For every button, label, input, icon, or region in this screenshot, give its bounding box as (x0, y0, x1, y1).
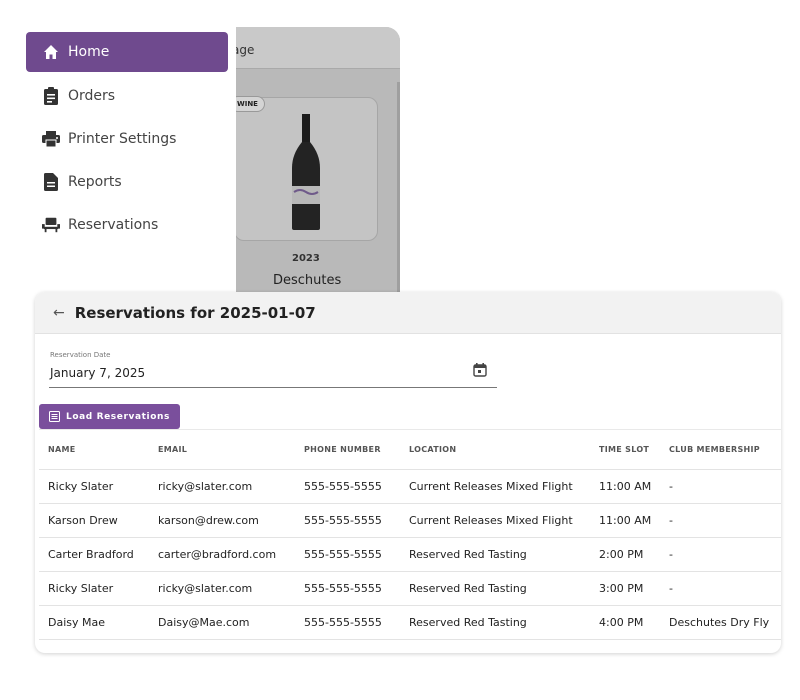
table-header-row: NAME EMAIL PHONE NUMBER LOCATION TIME SL… (39, 429, 781, 470)
cell-email: Daisy@Mae.com (149, 605, 295, 640)
nav-item-orders[interactable]: Orders (26, 76, 228, 116)
cell-time-slot: 11:00 AM (590, 469, 660, 504)
cell-location: Reserved Red Tasting (400, 537, 590, 572)
cell-phone: 555-555-5555 (295, 605, 400, 640)
nav-item-label: Reports (68, 174, 122, 190)
column-header-email[interactable]: EMAIL (149, 429, 295, 470)
nav-item-reservations[interactable]: Reservations (26, 205, 228, 245)
seat-icon (42, 216, 60, 234)
cell-phone: 555-555-5555 (295, 571, 400, 606)
load-button-label: Load Reservations (66, 411, 170, 422)
cell-email: karson@drew.com (149, 503, 295, 538)
column-header-time-slot[interactable]: TIME SLOT (590, 429, 660, 470)
calendar-icon[interactable] (473, 362, 487, 381)
wine-bottle-image (292, 114, 320, 230)
column-header-location[interactable]: LOCATION (400, 429, 590, 470)
cell-time-slot: 4:00 PM (590, 605, 660, 640)
document-icon (42, 173, 60, 191)
cell-name: Ricky Slater (39, 571, 149, 606)
cell-name: Daisy Mae (39, 605, 149, 640)
cell-phone: 555-555-5555 (295, 469, 400, 504)
column-header-club-membership[interactable]: CLUB MEMBERSHIP (660, 429, 781, 470)
table-row[interactable]: Daisy Mae Daisy@Mae.com 555-555-5555 Res… (39, 605, 781, 640)
cell-location: Reserved Red Tasting (400, 571, 590, 606)
nav-item-home[interactable]: Home (26, 32, 228, 72)
cell-name: Ricky Slater (39, 469, 149, 504)
reservations-table: NAME EMAIL PHONE NUMBER LOCATION TIME SL… (39, 429, 781, 640)
home-icon (42, 43, 60, 61)
table-row[interactable]: Carter Bradford carter@bradford.com 555-… (39, 537, 781, 572)
nav-item-label: Printer Settings (68, 131, 177, 147)
date-field-label: Reservation Date (50, 351, 111, 359)
nav-item-printer-settings[interactable]: Printer Settings (26, 119, 228, 159)
side-navigation: Home Orders Printer Settings Reports Res… (0, 0, 236, 292)
back-arrow-icon[interactable]: ← (53, 305, 65, 321)
cell-time-slot: 11:00 AM (590, 503, 660, 538)
cell-club-membership: - (660, 571, 781, 606)
cell-location: Reserved Red Tasting (400, 605, 590, 640)
cell-location: Current Releases Mixed Flight (400, 469, 590, 504)
cell-club-membership: - (660, 503, 781, 538)
cell-club-membership: - (660, 469, 781, 504)
cell-email: carter@bradford.com (149, 537, 295, 572)
date-field-value: January 7, 2025 (50, 366, 146, 380)
nav-item-label: Reservations (68, 217, 159, 233)
column-header-phone[interactable]: PHONE NUMBER (295, 429, 400, 470)
printer-icon (42, 130, 60, 148)
cell-phone: 555-555-5555 (295, 537, 400, 572)
cell-email: ricky@slater.com (149, 469, 295, 504)
nav-item-label: Orders (68, 88, 116, 104)
clipboard-icon (42, 87, 60, 105)
reservations-panel: ← Reservations for 2025-01-07 Reservatio… (35, 292, 781, 653)
list-icon (49, 411, 60, 422)
load-reservations-button[interactable]: Load Reservations (39, 404, 180, 429)
cell-email: ricky@slater.com (149, 571, 295, 606)
cell-name: Karson Drew (39, 503, 149, 538)
cell-club-membership: - (660, 537, 781, 572)
table-row[interactable]: Ricky Slater ricky@slater.com 555-555-55… (39, 469, 781, 504)
nav-item-reports[interactable]: Reports (26, 162, 228, 202)
table-row[interactable]: Ricky Slater ricky@slater.com 555-555-55… (39, 571, 781, 606)
column-header-name[interactable]: NAME (39, 429, 149, 470)
table-row[interactable]: Karson Drew karson@drew.com 555-555-5555… (39, 503, 781, 538)
cell-location: Current Releases Mixed Flight (400, 503, 590, 538)
page-title: Reservations for 2025-01-07 (74, 303, 316, 322)
cell-phone: 555-555-5555 (295, 503, 400, 538)
nav-item-label: Home (68, 44, 110, 60)
cell-time-slot: 3:00 PM (590, 571, 660, 606)
cell-club-membership: Deschutes Dry Fly (660, 605, 781, 640)
cell-name: Carter Bradford (39, 537, 149, 572)
reservation-date-field[interactable]: Reservation Date January 7, 2025 (49, 348, 497, 388)
cell-time-slot: 2:00 PM (590, 537, 660, 572)
panel-header: ← Reservations for 2025-01-07 (35, 292, 781, 334)
